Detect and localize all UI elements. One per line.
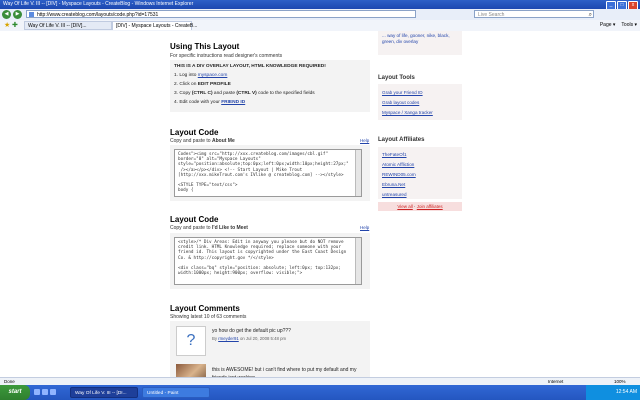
comment-text: this is AWESOME! but i can't find where … xyxy=(212,367,357,373)
myspace-tracker-link[interactable]: Myspace / Xanga tracker xyxy=(382,110,433,115)
add-favorites-icon[interactable]: ✚ xyxy=(12,22,18,29)
start-button[interactable]: start xyxy=(0,385,30,400)
tags-box: ... way of life, gooner, nike, black, gr… xyxy=(378,31,462,55)
comment-author-link[interactable]: rmeyder91 xyxy=(218,336,239,341)
affiliate-link[interactable]: REWIND05.com xyxy=(382,172,416,177)
instructions-box: THIS IS A DIV OVERLAY LAYOUT, HTML KNOWL… xyxy=(170,60,370,112)
forward-icon[interactable]: ▶ xyxy=(13,10,22,19)
clock: 12:54 AM xyxy=(615,389,637,395)
affiliate-link[interactable]: untreasured xyxy=(382,192,407,197)
url-text: http://www.createblog.com/layouts/code.p… xyxy=(37,12,159,18)
comments-subtitle: Showing latest 10 of 63 comments xyxy=(170,314,247,320)
step-1: 1. Log into myspace.com xyxy=(174,73,227,78)
step-3-post: code to the specified fields xyxy=(256,91,315,96)
affiliates-box: TheFateOf1 Atomic Affliction REWIND05.co… xyxy=(378,147,462,199)
div-notice: THIS IS A DIV OVERLAY LAYOUT, HTML KNOWL… xyxy=(174,64,326,69)
window-title: Way Of Life V. III -- [DIV] - Myspace La… xyxy=(3,1,194,7)
step-4: 4. Edit code with your FRIEND ID xyxy=(174,100,245,105)
about-me-label: About Me xyxy=(211,138,235,144)
layout-tools-box: Grab your Friend ID Grab layout codes My… xyxy=(378,84,462,120)
using-subtitle: For specific instructions read designer'… xyxy=(170,53,283,59)
layout-code-sub-2: Copy and paste to I'd Like to Meet xyxy=(170,225,248,231)
friend-id-link[interactable]: FRIEND ID xyxy=(221,100,245,105)
page-menu[interactable]: Page ▾ xyxy=(600,21,616,30)
search-input[interactable]: Live Search ⌕ xyxy=(474,10,594,18)
comments-title: Layout Comments xyxy=(170,304,240,313)
help-link-2[interactable]: Help xyxy=(360,225,369,230)
affiliate-link[interactable]: Atomic Affliction xyxy=(382,162,414,167)
code-scrollbar-1[interactable] xyxy=(355,150,361,196)
ctrl-c-label: (CTRL C) xyxy=(191,91,213,96)
step-3-text: 3. Copy xyxy=(174,91,192,96)
like-to-meet-code-textarea[interactable]: <style>/* Div Areas: Edit in anyway you … xyxy=(174,237,362,285)
layout-tags[interactable]: ... way of life, gooner, nike, black, gr… xyxy=(382,33,458,45)
comment-meta: By rmeyder91 on Jul 20, 2008 5:48 pm xyxy=(212,336,286,341)
code-box-2: <style>/* Div Areas: Edit in anyway you … xyxy=(170,233,370,289)
comment-date: on Jul 20, 2008 5:48 pm xyxy=(238,336,287,341)
url-input[interactable]: http://www.createblog.com/layouts/code.p… xyxy=(26,10,416,18)
tab-way-of-life[interactable]: Way Of Life V. III -- [DIV]... xyxy=(24,21,112,30)
taskbar-item-ie[interactable]: Way Of Life V. III -- [DI... xyxy=(70,387,138,398)
comment-text: yo how do get the default pic up??? xyxy=(212,328,291,334)
tab-myspace-layouts[interactable]: [DIV] - Myspace Layouts - CreateB... xyxy=(112,21,197,30)
affiliates-footer: View all · Join affiliates xyxy=(378,202,462,211)
layout-code-title-2: Layout Code xyxy=(170,215,219,224)
using-title: Using This Layout xyxy=(170,42,240,51)
taskbar-item-paint[interactable]: Untitled - Paint xyxy=(142,387,210,398)
affiliate-link[interactable]: Ebruna.Net xyxy=(382,182,405,187)
affiliate-link[interactable]: TheFateOf1 xyxy=(382,152,407,157)
comments-list: ? yo how do get the default pic up??? By… xyxy=(170,321,370,384)
about-me-code: Codes"><img src="http://xxx.createblog.c… xyxy=(178,152,349,194)
myspace-link[interactable]: myspace.com xyxy=(198,73,228,78)
quick-launch-icon[interactable] xyxy=(34,389,40,395)
step-4-text: 4. Edit code with your xyxy=(174,100,222,105)
command-bar: Page ▾ Tools ▾ xyxy=(600,21,637,30)
code1-sub-pre: Copy and paste to xyxy=(170,138,212,144)
tools-menu[interactable]: Tools ▾ xyxy=(621,21,637,30)
like-to-meet-code: <style>/* Div Areas: Edit in anyway you … xyxy=(178,240,347,277)
code-box-1: Codes"><img src="http://xxx.createblog.c… xyxy=(170,145,370,201)
back-icon[interactable]: ◀ xyxy=(2,10,11,19)
join-affiliates-link[interactable]: Join affiliates xyxy=(417,204,443,209)
ctrl-v-label: (CTRL V) xyxy=(236,91,257,96)
default-avatar-icon[interactable]: ? xyxy=(176,326,206,356)
window-titlebar: Way Of Life V. III -- [DIV] - Myspace La… xyxy=(0,0,640,10)
step-1-text: 1. Log into xyxy=(174,73,198,78)
page-icon xyxy=(29,12,34,17)
layout-code-title-1: Layout Code xyxy=(170,128,219,137)
code2-sub-pre: Copy and paste to xyxy=(170,225,212,231)
search-icon[interactable]: ⌕ xyxy=(589,11,592,19)
edit-profile-label: EDIT PROFILE xyxy=(197,82,231,87)
grab-layout-codes-link[interactable]: Grab layout codes xyxy=(382,100,419,105)
code-scrollbar-2[interactable] xyxy=(355,238,361,284)
nav-buttons: ◀ ▶ xyxy=(2,10,22,19)
search-placeholder: Live Search xyxy=(478,12,505,18)
step-3: 3. Copy (CTRL C) and paste (CTRL V) code… xyxy=(174,91,315,96)
taskbar: start Way Of Life V. III -- [DI... Untit… xyxy=(0,385,640,400)
quick-launch-icon[interactable] xyxy=(50,389,56,395)
page-content: Using This Layout For specific instructi… xyxy=(0,31,640,384)
step-2: 2. Click on EDIT PROFILE xyxy=(174,82,231,87)
about-me-code-textarea[interactable]: Codes"><img src="http://xxx.createblog.c… xyxy=(174,149,362,197)
layout-affiliates-title: Layout Affiliates xyxy=(378,137,425,143)
grab-friend-id-link[interactable]: Grab your Friend ID xyxy=(382,90,423,95)
system-tray: 12:54 AM xyxy=(586,385,640,400)
view-all-link[interactable]: View all xyxy=(397,204,412,209)
like-to-meet-label: I'd Like to Meet xyxy=(211,225,248,231)
help-link-1[interactable]: Help xyxy=(360,138,369,143)
quick-launch-icon[interactable] xyxy=(42,389,48,395)
layout-code-sub-1: Copy and paste to About Me xyxy=(170,138,235,144)
favorites-star-icon[interactable]: ★ xyxy=(4,22,10,29)
step-2-text: 2. Click on xyxy=(174,82,198,87)
layout-tools-title: Layout Tools xyxy=(378,75,415,81)
step-3-mid: and paste xyxy=(212,91,237,96)
quick-launch xyxy=(34,389,56,395)
